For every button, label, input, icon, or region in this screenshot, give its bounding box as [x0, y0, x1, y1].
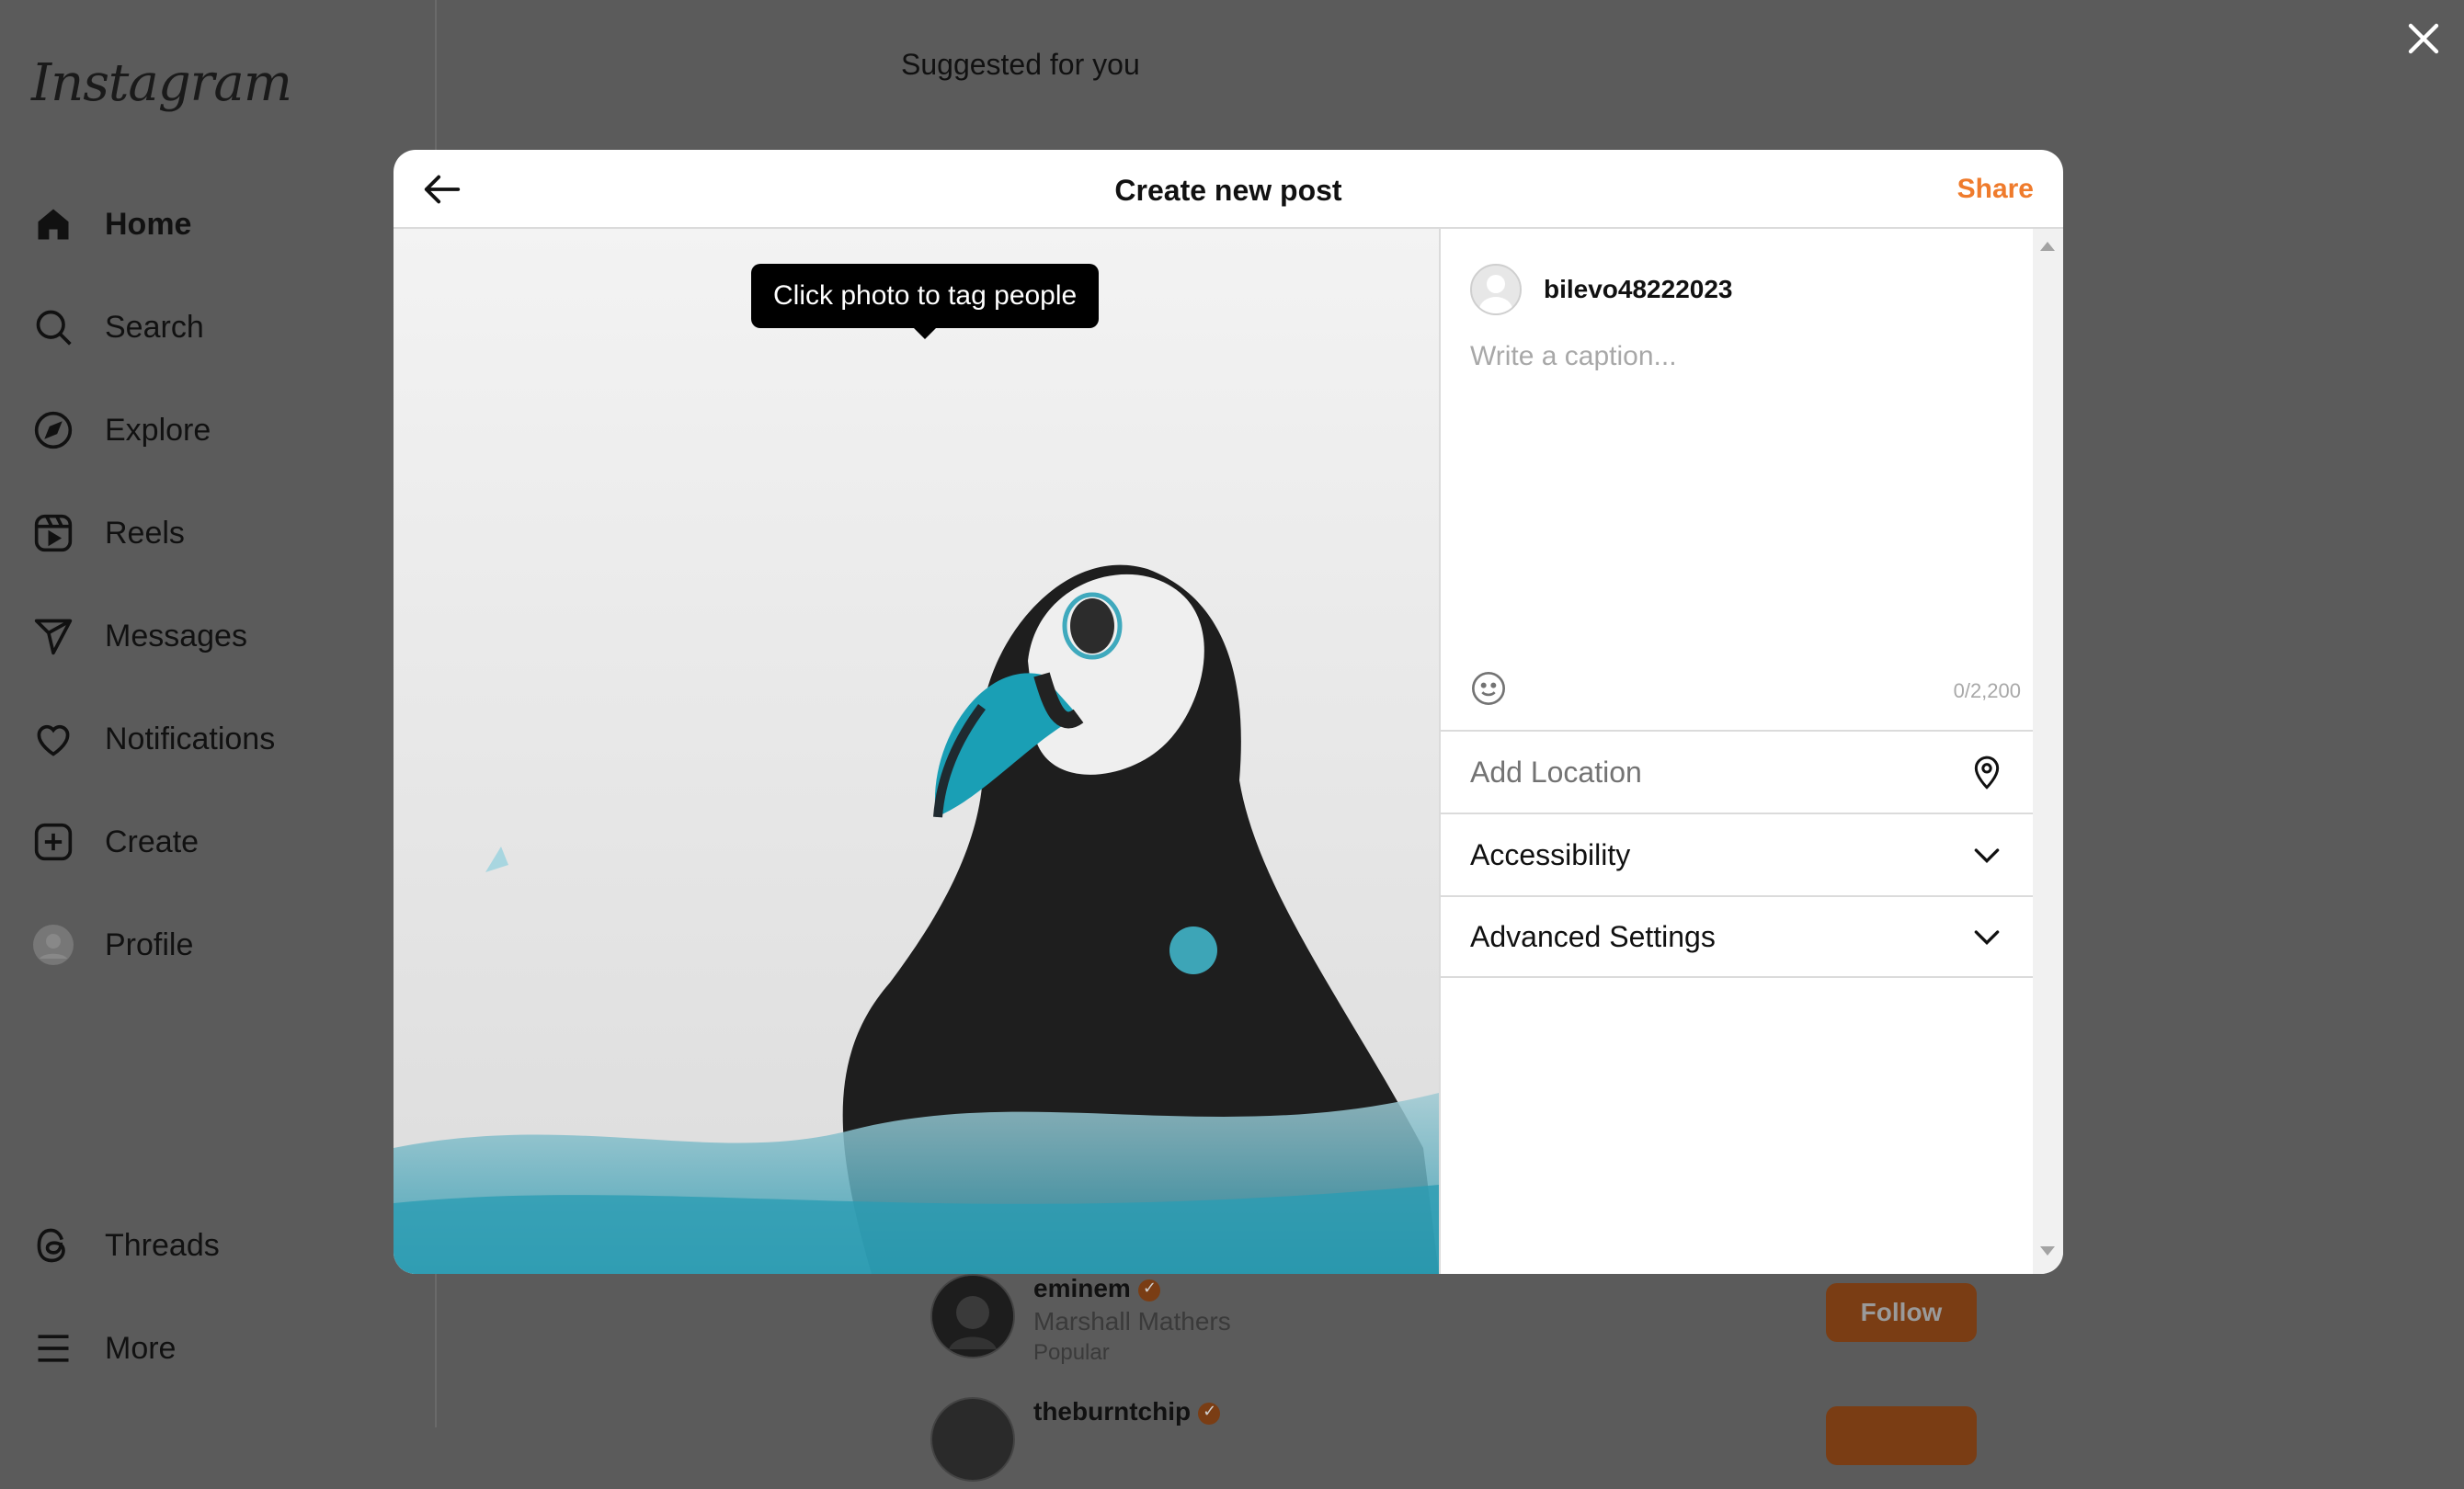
sidebar-item-label: Messages — [105, 618, 247, 654]
send-icon — [31, 614, 75, 658]
sidebar-item-notifications[interactable]: Notifications — [31, 711, 417, 767]
menu-icon — [31, 1326, 75, 1370]
plus-square-icon — [31, 820, 75, 864]
puffin-photo — [394, 229, 1439, 1274]
search-icon — [31, 305, 75, 349]
suggestion-row: theburntchip — [930, 1397, 1979, 1489]
sidebar-item-search[interactable]: Search — [31, 300, 417, 355]
sidebar-item-threads[interactable]: Threads — [31, 1218, 417, 1273]
dialog-header: Create new post Share — [394, 150, 2063, 229]
sidebar-item-label: Threads — [105, 1227, 220, 1263]
post-details-panel: bilevo48222023 0/2,200 Add Location Acce… — [1439, 229, 2063, 1274]
sidebar-item-home[interactable]: Home — [31, 197, 417, 252]
sidebar-item-label: Explore — [105, 412, 211, 448]
sidebar-item-create[interactable]: Create — [31, 814, 417, 870]
follow-button[interactable] — [1826, 1406, 1977, 1465]
sidebar-item-label: Notifications — [105, 721, 276, 756]
sidebar-item-reels[interactable]: Reels — [31, 506, 417, 561]
sidebar-item-messages[interactable]: Messages — [31, 608, 417, 664]
sidebar-item-label: Reels — [105, 515, 185, 551]
suggestion-username[interactable]: eminem — [1033, 1274, 1160, 1303]
caption-input[interactable] — [1470, 341, 2013, 525]
advanced-settings-toggle[interactable]: Advanced Settings — [1441, 895, 2035, 978]
avatar-icon — [31, 923, 75, 967]
sidebar-item-label: Create — [105, 824, 200, 859]
suggestion-tag: Popular — [1033, 1340, 1110, 1365]
avatar — [1470, 264, 1522, 315]
author-row: bilevo48222023 — [1470, 262, 1733, 317]
scroll-down-arrow-icon[interactable] — [2040, 1246, 2055, 1256]
sidebar: Instagram Home Search Explore Reels Mess… — [0, 0, 437, 1427]
location-pin-icon — [1968, 754, 2005, 790]
heart-icon — [31, 717, 75, 761]
post-photo[interactable]: Click photo to tag people — [394, 229, 1439, 1274]
author-username: bilevo48222023 — [1544, 275, 1733, 303]
threads-icon — [31, 1223, 75, 1267]
sidebar-item-label: More — [105, 1330, 177, 1366]
tag-people-tooltip: Click photo to tag people — [751, 264, 1100, 339]
accessibility-section-toggle[interactable]: Accessibility — [1441, 813, 2035, 895]
caption-char-count: 0/2,200 — [1953, 679, 2021, 702]
home-icon — [31, 202, 75, 246]
sidebar-item-label: Search — [105, 309, 204, 345]
accessibility-label: Accessibility — [1470, 837, 1631, 871]
suggestion-username[interactable]: theburntchip — [1033, 1397, 1221, 1426]
reels-icon — [31, 511, 75, 555]
chevron-down-icon — [1968, 836, 2005, 873]
close-icon[interactable] — [2401, 17, 2446, 61]
sidebar-item-label: Home — [105, 206, 192, 242]
suggestion-row: eminem Marshall Mathers Popular Follow — [930, 1274, 1979, 1366]
advanced-settings-label: Advanced Settings — [1470, 919, 1716, 953]
scroll-up-arrow-icon[interactable] — [2040, 242, 2055, 251]
chevron-down-icon — [1968, 918, 2005, 955]
sidebar-item-more[interactable]: More — [31, 1321, 417, 1376]
avatar[interactable] — [930, 1274, 1015, 1358]
create-post-dialog: Create new post Share Click photo to tag… — [394, 150, 2063, 1274]
suggested-title: Suggested for you — [901, 48, 1140, 81]
sidebar-item-profile[interactable]: Profile — [31, 917, 417, 972]
compass-icon — [31, 408, 75, 452]
instagram-logo[interactable]: Instagram — [31, 53, 292, 113]
sidebar-item-label: Profile — [105, 926, 194, 962]
panel-scrollbar[interactable] — [2033, 229, 2063, 1274]
emoji-icon[interactable] — [1470, 670, 1507, 707]
verified-badge-icon — [1198, 1402, 1221, 1425]
dialog-title: Create new post — [1114, 174, 1342, 207]
share-button[interactable]: Share — [1957, 174, 2034, 205]
add-location-field[interactable]: Add Location — [1441, 730, 2035, 813]
verified-badge-icon — [1137, 1279, 1160, 1301]
sidebar-item-explore[interactable]: Explore — [31, 403, 417, 458]
add-location-placeholder: Add Location — [1470, 755, 1642, 789]
follow-button[interactable]: Follow — [1826, 1283, 1977, 1342]
suggestion-full-name: Marshall Mathers — [1033, 1307, 1231, 1336]
avatar[interactable] — [930, 1397, 1015, 1482]
